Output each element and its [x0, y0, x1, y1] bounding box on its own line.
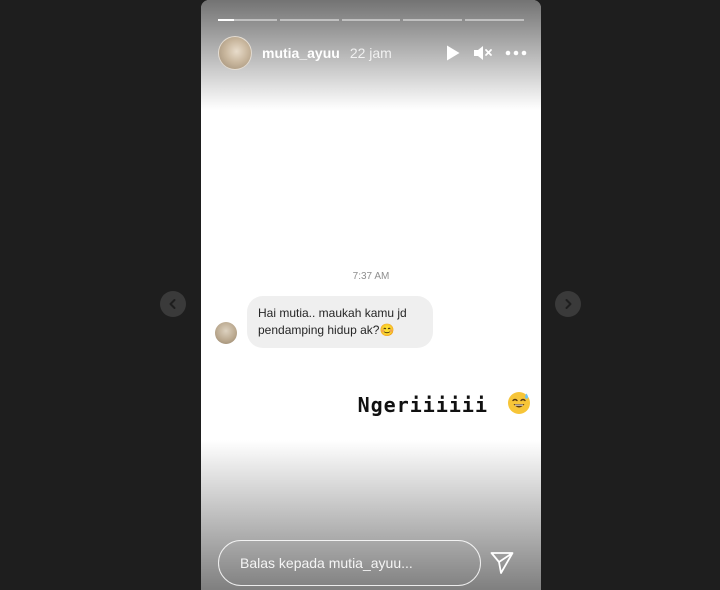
more-options-button[interactable]: [505, 50, 527, 56]
username[interactable]: mutia_ayuu: [262, 45, 340, 61]
mute-button[interactable]: [473, 44, 493, 62]
progress-fill: [218, 19, 235, 21]
message-bubble: Hai mutia.. maukah kamu jd pendamping hi…: [247, 296, 433, 348]
progress-segment: [279, 19, 339, 21]
progress-segment: [341, 19, 401, 21]
avatar[interactable]: [218, 36, 252, 70]
play-button[interactable]: [445, 44, 461, 62]
chat-timestamp: 7:37 AM: [352, 271, 390, 282]
time-ago: 22 jam: [349, 45, 392, 61]
reply-input[interactable]: Balas kepada mutia_ayuu...: [218, 540, 481, 586]
next-story-button[interactable]: [555, 291, 581, 317]
story-card[interactable]: mutia_ayuu 22 jam 7:37 AM Hai mutia.. ma…: [201, 0, 541, 590]
story-viewer: mutia_ayuu 22 jam 7:37 AM Hai mutia.. ma…: [0, 0, 720, 590]
story-caption: Ngeriiiiii: [357, 393, 488, 417]
story-header: mutia_ayuu 22 jam: [218, 36, 527, 70]
story-progress-bar: [218, 19, 524, 21]
reply-placeholder: Balas kepada mutia_ayuu...: [240, 555, 413, 571]
chevron-right-icon: [565, 299, 572, 309]
progress-segment: [465, 19, 524, 21]
more-icon: [505, 50, 527, 56]
progress-segment: [403, 19, 463, 21]
previous-story-button[interactable]: [160, 291, 186, 317]
progress-segment: [218, 19, 277, 21]
chevron-left-icon: [169, 299, 176, 309]
smile-emoji: 😊: [379, 323, 395, 337]
sweat-smile-emoji-icon: [508, 392, 530, 414]
send-button[interactable]: [488, 549, 516, 577]
chat-avatar: [215, 322, 237, 344]
play-icon: [447, 45, 460, 61]
mute-icon: [474, 46, 492, 60]
send-icon: [490, 552, 514, 574]
story-controls: [445, 44, 527, 62]
